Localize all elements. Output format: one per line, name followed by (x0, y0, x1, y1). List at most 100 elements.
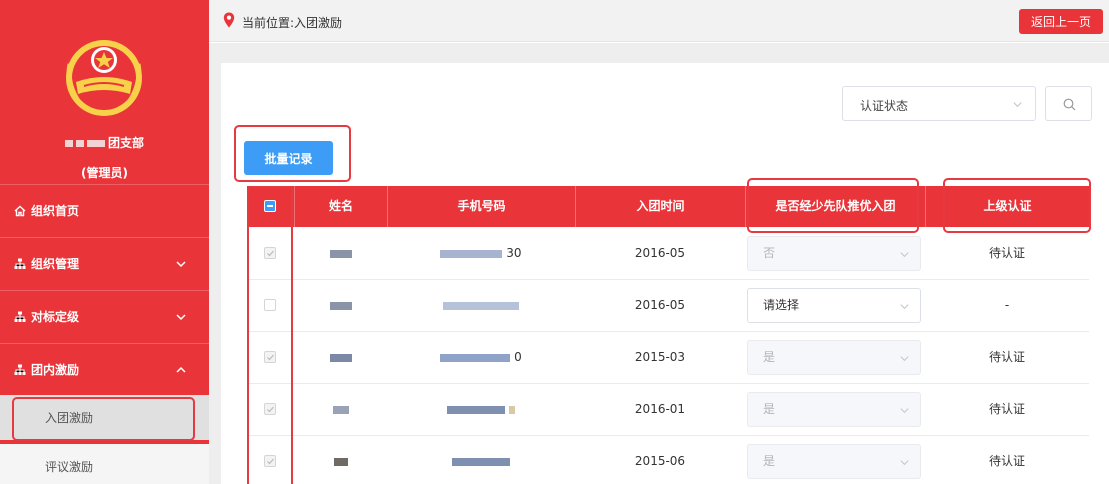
table-row: 0 2015-03 是 待认证 (247, 332, 1089, 384)
checkmark-icon (267, 458, 274, 465)
checkmark-icon (267, 406, 274, 413)
table-row: 2016-05 请选择 - (247, 280, 1089, 332)
org-name: 团支部 (0, 134, 209, 151)
cell-name (294, 332, 387, 383)
select-value: 是 (763, 454, 776, 468)
redacted-mark (452, 457, 510, 466)
home-icon (14, 205, 26, 216)
cell-name (294, 228, 387, 279)
recommended-select[interactable]: 是 (747, 444, 921, 479)
redacted-mark (86, 140, 105, 147)
redacted-mark (329, 249, 352, 258)
header-phone: 手机号码 (387, 186, 575, 227)
batch-record-button[interactable]: 批量记录 (244, 141, 333, 175)
sidebar-item-label: 组织管理 (31, 257, 80, 271)
redacted-mark (329, 301, 352, 310)
select-value: 是 (763, 350, 776, 364)
chevron-up-icon (176, 366, 186, 373)
org-name-suffix: 团支部 (107, 136, 144, 150)
recommended-select[interactable]: 是 (747, 392, 921, 427)
cell-name (294, 280, 387, 331)
cell-phone (387, 280, 575, 331)
chevron-down-icon (900, 252, 909, 258)
chevron-down-icon (176, 314, 186, 321)
certification-status-select[interactable]: 认证状态 (842, 86, 1036, 121)
sidebar: 团支部 (管理员) 组织首页 组织管理 对标定级 团内激励 入团激励 评议激励 (0, 0, 209, 484)
sidebar-item-label: 对标定级 (31, 310, 80, 324)
cell-certification: - (1004, 298, 1010, 312)
table-row: 2016-01 是 待认证 (247, 384, 1089, 436)
sidebar-item-home[interactable]: 组织首页 (0, 184, 209, 236)
redacted-mark (440, 353, 511, 362)
chevron-down-icon (1013, 102, 1022, 108)
org-tree-icon (14, 311, 26, 322)
location-pin-icon (223, 12, 235, 28)
header-name: 姓名 (294, 186, 387, 227)
cell-certification: 待认证 (988, 350, 1025, 364)
chevron-down-icon (900, 304, 909, 310)
cell-join-time: 2015-03 (634, 350, 686, 364)
cell-certification: 待认证 (988, 454, 1025, 468)
org-tree-icon (14, 258, 26, 269)
redacted-mark (333, 457, 348, 466)
header-select-cell (247, 186, 294, 227)
sidebar-item-label: 团内激励 (31, 363, 80, 377)
recommended-select[interactable]: 否 (747, 236, 921, 271)
back-button[interactable]: 返回上一页 (1019, 9, 1103, 34)
subnav-item-join-incentive[interactable]: 入团激励 (0, 395, 209, 440)
redacted-mark (332, 405, 349, 414)
chevron-down-icon (900, 460, 909, 466)
org-tree-icon (14, 364, 26, 375)
subnav-item-label: 入团激励 (45, 411, 94, 425)
youth-league-logo (60, 34, 148, 116)
redacted-mark (64, 140, 73, 147)
cell-join-time: 2016-05 (634, 298, 686, 312)
header-join-time: 入团时间 (575, 186, 745, 227)
header-certification: 上级认证 (925, 186, 1089, 227)
redacted-mark (440, 249, 503, 258)
search-icon (1063, 98, 1076, 111)
cell-name (294, 384, 387, 435)
recommended-select[interactable]: 请选择 (747, 288, 921, 323)
table-header: 姓名 手机号码 入团时间 是否经少先队推优入团 上级认证 (247, 186, 1089, 227)
select-value: 认证状态 (860, 99, 909, 113)
header-recommended: 是否经少先队推优入团 (745, 186, 925, 227)
phone-tail: 30 (506, 246, 522, 260)
chevron-down-icon (900, 356, 909, 362)
subnav-item-review-incentive[interactable]: 评议激励 (0, 444, 209, 484)
table-row: 30 2016-05 否 待认证 (247, 228, 1089, 280)
redacted-mark (75, 140, 84, 147)
cell-join-time: 2016-01 (634, 402, 686, 416)
row-checkbox[interactable] (264, 351, 276, 363)
chevron-down-icon (176, 261, 186, 268)
redacted-mark (443, 301, 519, 310)
cell-phone: 0 (387, 332, 575, 383)
recommended-select[interactable]: 是 (747, 340, 921, 375)
breadcrumb: 当前位置:入团激励 (242, 16, 343, 30)
checkmark-icon (267, 250, 274, 257)
row-checkbox[interactable] (264, 247, 276, 259)
chevron-down-icon (900, 408, 909, 414)
sidebar-item-league-incentive[interactable]: 团内激励 (0, 343, 209, 395)
row-checkbox[interactable] (264, 299, 276, 311)
cell-certification: 待认证 (988, 402, 1025, 416)
redacted-mark (508, 405, 515, 414)
cell-phone (387, 384, 575, 435)
sidebar-item-benchmark-grading[interactable]: 对标定级 (0, 290, 209, 342)
cell-phone (387, 436, 575, 484)
checkmark-icon (267, 354, 274, 361)
phone-tail: 0 (514, 350, 522, 364)
org-role: (管理员) (81, 166, 128, 180)
select-all-checkbox[interactable] (264, 200, 276, 212)
sidebar-item-org-management[interactable]: 组织管理 (0, 237, 209, 289)
cell-join-time: 2016-05 (634, 246, 686, 260)
row-checkbox[interactable] (264, 455, 276, 467)
subnav-item-label: 评议激励 (45, 460, 94, 474)
search-button[interactable] (1045, 86, 1092, 121)
cell-certification: 待认证 (988, 246, 1025, 260)
redacted-mark (447, 405, 506, 414)
row-checkbox[interactable] (264, 403, 276, 415)
select-value: 请选择 (763, 298, 800, 312)
cell-phone: 30 (387, 228, 575, 279)
select-value: 否 (763, 246, 776, 260)
